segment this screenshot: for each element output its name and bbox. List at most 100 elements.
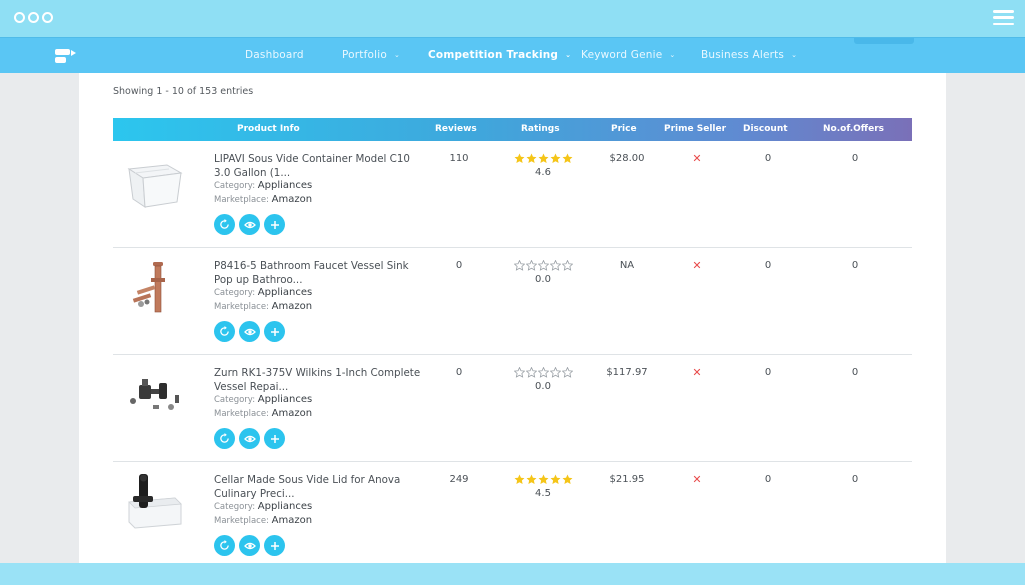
prime-seller-no-icon: ✕ (692, 152, 702, 165)
reviews-count: 0 (455, 260, 463, 271)
add-button[interactable] (264, 214, 285, 235)
row-actions (214, 428, 285, 449)
nav-item-keyword-genie[interactable]: Keyword Genie ⌄ (581, 49, 676, 61)
star-empty-icon (537, 260, 549, 271)
product-name[interactable]: Cellar Made Sous Vide Lid for Anova Culi… (214, 473, 429, 501)
offers-count: 0 (851, 367, 859, 378)
category-value: Appliances (257, 394, 313, 405)
category-value: Appliances (257, 287, 313, 298)
product-marketplace: Marketplace: Amazon (214, 301, 312, 312)
plus-icon (270, 327, 279, 336)
discount-value: 0 (764, 474, 772, 485)
marketplace-label: Marketplace: (214, 516, 269, 526)
column-header-reviews[interactable]: Reviews (435, 124, 477, 134)
add-button[interactable] (264, 321, 285, 342)
star-empty-icon (513, 367, 525, 378)
category-value: Appliances (257, 501, 313, 512)
column-header-offers[interactable]: No.of.Offers (823, 124, 884, 134)
category-label: Category: (214, 502, 256, 512)
refresh-button[interactable] (214, 214, 235, 235)
star-empty-icon (537, 367, 549, 378)
price-value: NA (619, 260, 635, 271)
nav-item-label: Portfolio (342, 49, 387, 61)
nav-item-dashboard[interactable]: Dashboard (245, 49, 304, 61)
nav-item-competition-tracking[interactable]: Competition Tracking ⌄ (428, 49, 571, 61)
chevron-down-icon: ⌄ (791, 51, 798, 59)
star-filled-icon (562, 153, 572, 163)
refresh-icon (220, 540, 229, 550)
product-marketplace: Marketplace: Amazon (214, 515, 312, 526)
column-header-prime-seller[interactable]: Prime Seller (664, 124, 726, 134)
price-value: $117.97 (606, 367, 648, 378)
window-control-dot[interactable] (14, 12, 25, 23)
offers-count: 0 (851, 153, 859, 164)
row-actions (214, 214, 285, 235)
star-filled-icon (550, 153, 560, 163)
product-name[interactable]: Zurn RK1-375V Wilkins 1-Inch Complete Ve… (214, 366, 429, 394)
marketplace-value: Amazon (271, 194, 313, 205)
marketplace-value: Amazon (271, 301, 313, 312)
discount-value: 0 (764, 153, 772, 164)
product-name[interactable]: P8416-5 Bathroom Faucet Vessel Sink Pop … (214, 259, 429, 287)
drain-product-image (132, 262, 165, 313)
nav-item-portfolio[interactable]: Portfolio ⌄ (342, 49, 400, 61)
star-filled-icon (514, 153, 524, 163)
window-title-bar (0, 0, 1025, 37)
rating-value: 4.5 (535, 488, 551, 499)
table-row: LIPAVI Sous Vide Container Model C10 3.0… (113, 141, 912, 248)
star-empty-icon (525, 260, 537, 271)
row-actions (214, 321, 285, 342)
column-header-ratings[interactable]: Ratings (521, 124, 560, 134)
star-empty-icon (513, 260, 525, 271)
column-header-discount[interactable]: Discount (743, 124, 788, 134)
offers-count: 0 (851, 260, 859, 271)
star-rating (503, 474, 583, 485)
nav-item-label: Dashboard (245, 49, 304, 61)
nav-item-label: Competition Tracking (428, 49, 559, 61)
sous-vide-lid-product-image (128, 474, 182, 529)
right-gutter (946, 73, 1025, 563)
product-marketplace: Marketplace: Amazon (214, 194, 312, 205)
row-actions (214, 535, 285, 556)
star-empty-icon (549, 367, 561, 378)
window-bottom-bar (0, 563, 1025, 585)
product-name[interactable]: LIPAVI Sous Vide Container Model C10 3.0… (214, 152, 429, 180)
nav-item-label: Keyword Genie (581, 49, 663, 61)
add-button[interactable] (264, 428, 285, 449)
star-filled-icon (538, 474, 548, 484)
menu-icon[interactable] (993, 10, 1014, 25)
rating-value: 0.0 (535, 274, 551, 285)
window-control-dot[interactable] (42, 12, 53, 23)
view-button[interactable] (239, 321, 260, 342)
category-label: Category: (214, 395, 256, 405)
window-control-dot[interactable] (28, 12, 39, 23)
product-category: Category: Appliances (214, 180, 312, 191)
column-header-product[interactable]: Product Info (237, 124, 300, 134)
view-button[interactable] (239, 428, 260, 449)
add-button[interactable] (264, 535, 285, 556)
column-header-price[interactable]: Price (611, 124, 637, 134)
price-value: $28.00 (609, 153, 645, 164)
refresh-button[interactable] (214, 428, 235, 449)
competition-table: Product Info Reviews Ratings Price Prime… (113, 118, 912, 562)
chevron-down-icon: ⌄ (394, 51, 401, 59)
rating-cell: 4.5 (503, 474, 583, 499)
refresh-button[interactable] (214, 321, 235, 342)
reviews-count: 110 (449, 153, 469, 164)
view-button[interactable] (239, 214, 260, 235)
prime-seller-no-icon: ✕ (692, 473, 702, 486)
star-empty-icon (561, 367, 573, 378)
left-gutter (0, 73, 79, 563)
price-value: $21.95 (609, 474, 645, 485)
nav-item-business-alerts[interactable]: Business Alerts ⌄ (701, 49, 797, 61)
view-button[interactable] (239, 535, 260, 556)
refresh-icon (220, 219, 229, 229)
refresh-button[interactable] (214, 535, 235, 556)
rating-value: 4.6 (535, 167, 551, 178)
offers-count: 0 (851, 474, 859, 485)
brand-logo-icon[interactable] (55, 49, 77, 64)
container-product-image (127, 164, 183, 208)
eye-icon (243, 435, 256, 442)
marketplace-label: Marketplace: (214, 302, 269, 312)
product-marketplace: Marketplace: Amazon (214, 408, 312, 419)
